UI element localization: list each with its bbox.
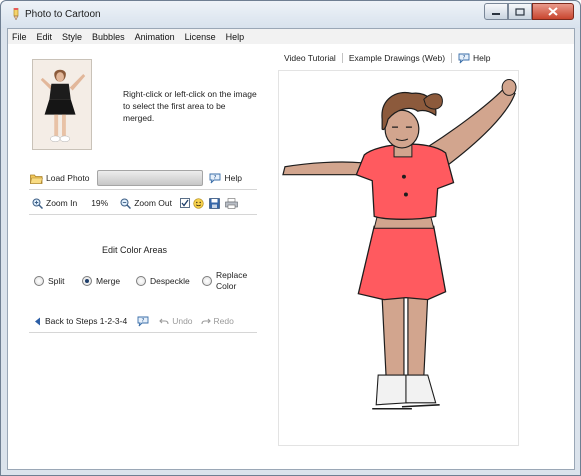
nav-toolbar: Back to Steps 1-2-3-4 ? Undo Redo: [34, 311, 234, 331]
load-photo-button[interactable]: Load Photo: [30, 173, 89, 184]
radio-despeckle[interactable]: Despeckle: [136, 276, 190, 286]
cartoon-button: [403, 192, 408, 197]
zoom-in-label: Zoom In: [46, 198, 78, 208]
radio-replace-color[interactable]: Replace Color: [202, 270, 250, 292]
radio-indicator: [34, 276, 44, 286]
load-toolbar: Load Photo ? Help: [30, 168, 242, 188]
radio-indicator: [202, 276, 212, 286]
help-button[interactable]: ? Help: [209, 173, 242, 184]
help-link-label: Help: [473, 53, 491, 63]
left-panel: Right-click or left-click on the image t…: [8, 45, 270, 469]
cartoon-skate-left: [375, 374, 409, 406]
back-arrow-icon: [35, 317, 40, 325]
help-icon[interactable]: ?: [137, 316, 149, 327]
radio-despeckle-label: Despeckle: [150, 276, 190, 286]
menu-style[interactable]: Style: [62, 32, 82, 42]
close-button[interactable]: [532, 3, 574, 20]
load-progress-bar: [97, 170, 204, 186]
minimize-button[interactable]: [484, 3, 508, 20]
cartoon-right-hand: [501, 78, 517, 96]
app-icon: [13, 8, 19, 20]
radio-indicator: [82, 276, 92, 286]
svg-text:?: ?: [463, 55, 466, 61]
minimize-icon: [492, 12, 500, 15]
cartoon-right-leg: [407, 295, 429, 378]
undo-label: Undo: [172, 316, 193, 326]
undo-icon: [159, 318, 169, 324]
maximize-button[interactable]: [508, 3, 532, 20]
save-icon[interactable]: [209, 197, 220, 209]
svg-text:?: ?: [142, 318, 145, 324]
zoom-in-button[interactable]: Zoom In: [32, 198, 77, 209]
close-icon: [548, 7, 558, 16]
cartoon-button: [401, 174, 406, 179]
back-to-steps-label: Back to Steps 1-2-3-4: [45, 316, 128, 326]
help-label: Help: [224, 173, 242, 183]
checkbox-icon[interactable]: [180, 198, 190, 208]
cartoon-canvas[interactable]: [278, 70, 519, 446]
divider: [29, 214, 257, 215]
menu-bar: File Edit Style Bubbles Animation Licens…: [8, 29, 574, 44]
top-links-bar: Video Tutorial Example Drawings (Web) ? …: [278, 50, 497, 66]
mode-radio-group: Split Merge Despeckle Replace Color: [34, 270, 264, 296]
radio-split-label: Split: [48, 276, 65, 286]
app-window: Photo to Cartoon File Edit Style Bubbles…: [0, 0, 581, 476]
folder-icon: [30, 174, 43, 184]
zoom-level: 19%: [91, 198, 109, 208]
help-link[interactable]: ? Help: [452, 53, 496, 64]
zoom-in-icon: [32, 198, 43, 209]
window-title: Photo to Cartoon: [25, 9, 101, 20]
undo-button[interactable]: Undo: [159, 316, 193, 326]
menu-bubbles[interactable]: Bubbles: [92, 32, 125, 42]
redo-label: Redo: [213, 316, 234, 326]
print-icon[interactable]: [225, 197, 238, 209]
radio-merge[interactable]: Merge: [82, 276, 120, 286]
instruction-text: Right-click or left-click on the image t…: [123, 89, 257, 123]
radio-replace-color-label: Replace Color: [216, 270, 248, 291]
help-icon: ?: [210, 173, 221, 183]
radio-indicator: [136, 276, 146, 286]
edit-color-areas-title: Edit Color Areas: [102, 245, 168, 255]
radio-merge-label: Merge: [96, 276, 121, 286]
right-panel: Video Tutorial Example Drawings (Web) ? …: [270, 45, 574, 469]
svg-text:?: ?: [214, 175, 217, 181]
menu-file[interactable]: File: [12, 32, 27, 42]
load-photo-label: Load Photo: [46, 173, 90, 183]
back-to-steps-button[interactable]: Back to Steps 1-2-3-4: [34, 316, 127, 326]
redo-icon: [200, 318, 211, 324]
divider: [29, 189, 257, 190]
zoom-out-button[interactable]: Zoom Out: [120, 198, 172, 209]
title-bar: Photo to Cartoon: [1, 1, 580, 28]
video-tutorial-link[interactable]: Video Tutorial: [278, 53, 343, 63]
maximize-icon: [515, 7, 525, 16]
radio-split[interactable]: Split: [34, 276, 65, 286]
example-drawings-link[interactable]: Example Drawings (Web): [343, 53, 453, 63]
menu-animation[interactable]: Animation: [135, 32, 175, 42]
help-icon: ?: [458, 53, 470, 63]
client-area: File Edit Style Bubbles Animation Licens…: [7, 28, 575, 470]
divider: [29, 332, 257, 333]
menu-license[interactable]: License: [185, 32, 216, 42]
zoom-out-icon: [120, 198, 132, 209]
face-icon[interactable]: [193, 197, 204, 209]
photo-thumbnail[interactable]: [32, 59, 92, 150]
cartoon-skirt: [357, 225, 447, 301]
zoom-toolbar: Zoom In 19% Zoom Out: [32, 193, 238, 213]
menu-help[interactable]: Help: [226, 32, 245, 42]
cartoon-left-leg: [381, 297, 405, 378]
menu-edit[interactable]: Edit: [37, 32, 53, 42]
redo-button[interactable]: Redo: [200, 316, 234, 326]
zoom-out-label: Zoom Out: [134, 198, 172, 208]
